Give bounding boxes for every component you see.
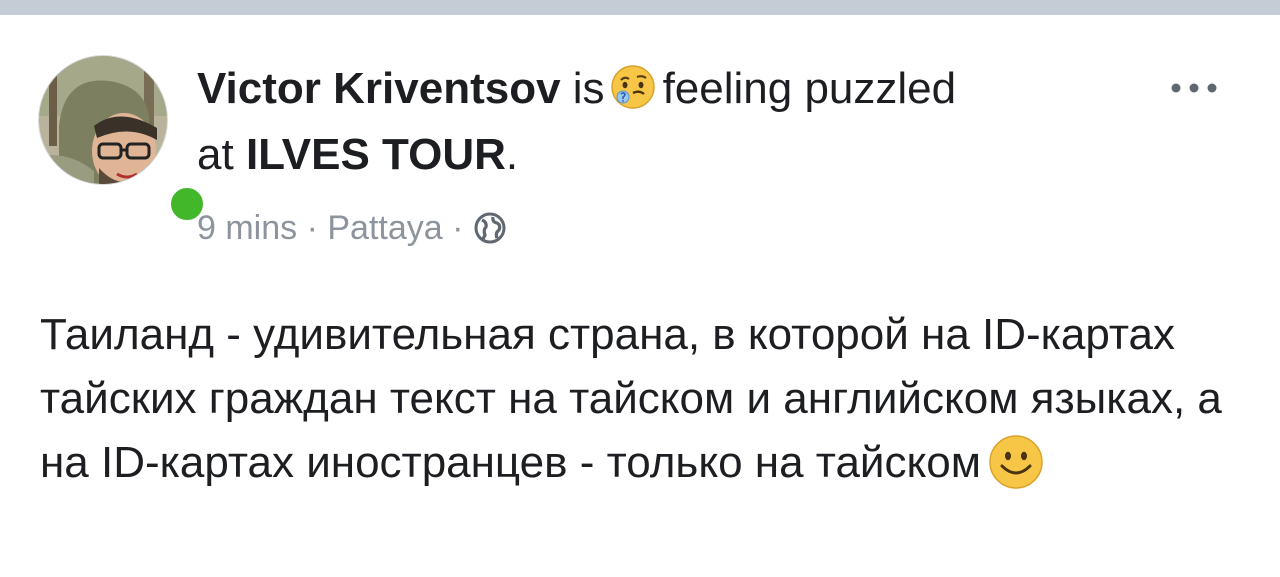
at-text: at [197,130,234,179]
post-header-line2: at ILVES TOUR. [197,127,518,183]
post-time[interactable]: 9 mins [197,209,297,247]
more-dots-icon[interactable] [1164,73,1224,103]
post-meta: 9 mins · Pattaya · [197,205,507,251]
author-avatar-wrap[interactable] [38,55,208,225]
author-name[interactable]: Victor Kriventsov [197,64,561,113]
post-city[interactable]: Pattaya [327,209,442,247]
feeling-text[interactable]: feeling puzzled [663,64,957,113]
is-text: is [572,64,605,113]
location-name[interactable]: ILVES TOUR [246,130,506,179]
globe-icon[interactable] [473,211,507,245]
post-body: Таиланд - удивительная страна, в которой… [40,303,1255,495]
avatar[interactable] [38,55,168,185]
post-card: Victor Kriventsov is feeling puzzled at … [0,15,1280,577]
top-divider-bar [0,0,1280,15]
meta-separator: · [452,209,464,247]
location-suffix: . [505,130,519,179]
smiling-face-emoji-icon [987,433,1045,491]
puzzled-face-emoji-icon [609,63,657,111]
post-header-line1: Victor Kriventsov is feeling puzzled [197,61,956,117]
meta-separator: · [306,209,318,247]
